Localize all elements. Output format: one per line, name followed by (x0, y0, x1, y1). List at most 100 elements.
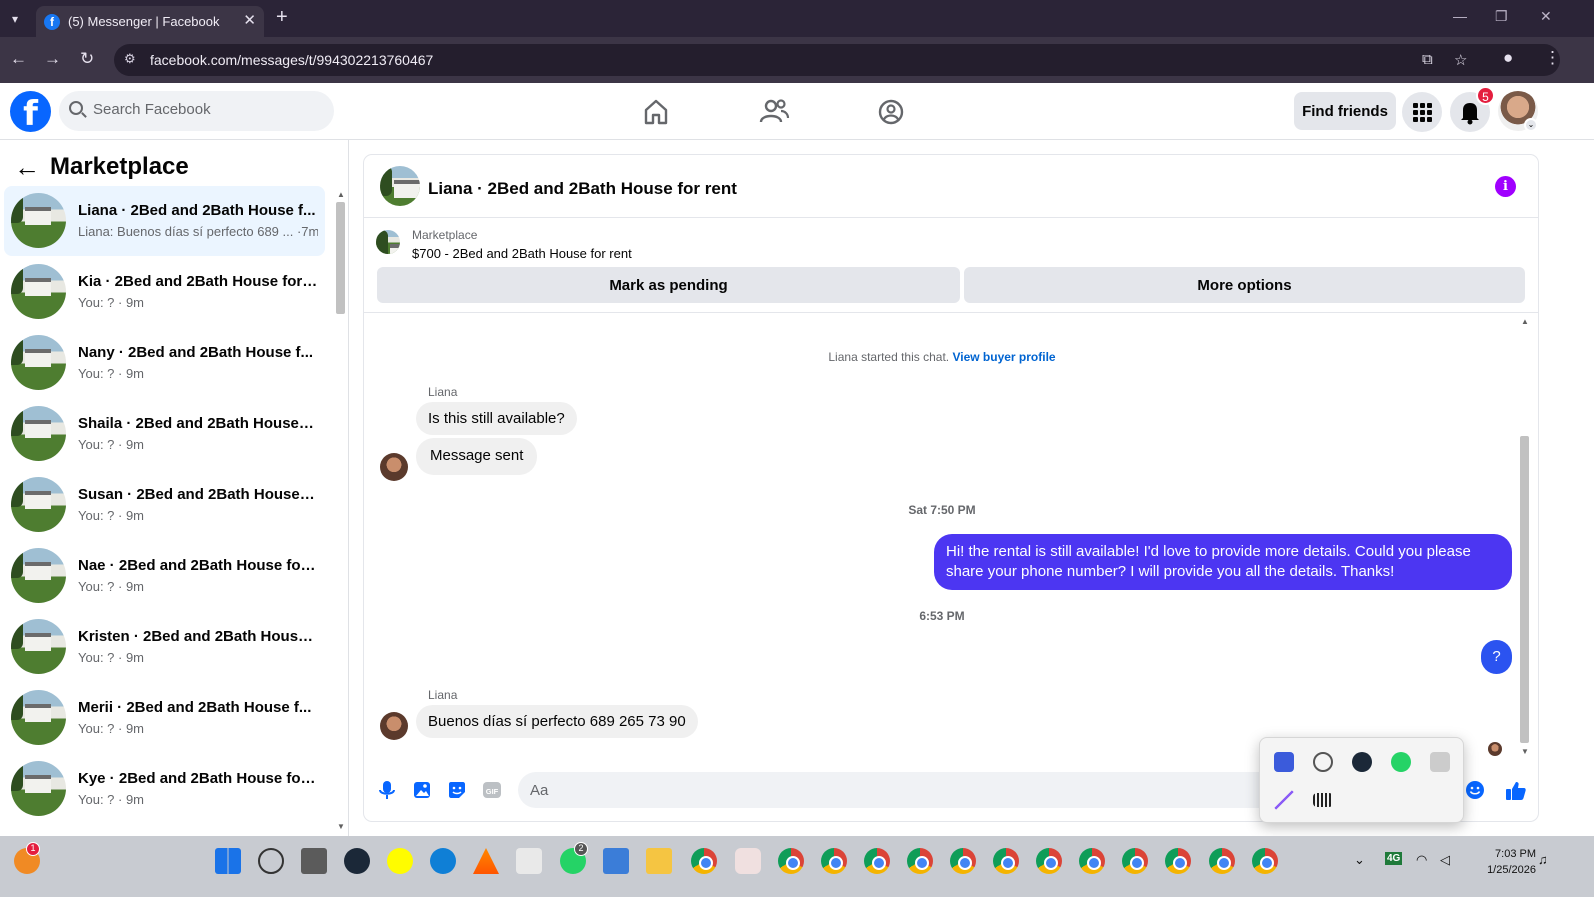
minimize-icon[interactable]: — (1453, 8, 1467, 24)
listing-thumbnail[interactable] (380, 166, 420, 206)
home-icon[interactable] (639, 95, 673, 129)
mark-pending-button[interactable]: Mark as pending (377, 267, 960, 303)
bookmark-star-icon[interactable]: ☆ (1454, 51, 1467, 69)
usb-drive-icon[interactable] (1430, 752, 1450, 772)
more-options-button[interactable]: More options (964, 267, 1525, 303)
site-info-icon[interactable]: ⚙ (124, 51, 136, 67)
conversation-item[interactable]: Nae · 2Bed and 2Bath House for... You: ? … (4, 541, 325, 611)
browser-tab[interactable]: f (5) Messenger | Facebook ✕ (36, 6, 264, 37)
friends-icon[interactable] (757, 95, 791, 129)
back-arrow-icon[interactable]: ← (14, 152, 40, 183)
menu-button[interactable] (1402, 92, 1442, 132)
groups-icon[interactable] (874, 95, 908, 129)
chrome-icon[interactable] (691, 848, 717, 874)
chrome-profile-icon[interactable] (1209, 848, 1235, 874)
find-friends-button[interactable]: Find friends (1294, 92, 1396, 130)
listing-small-thumbnail[interactable] (376, 230, 400, 254)
volume-icon[interactable]: ◁ (1440, 852, 1450, 868)
pen-icon[interactable] (1274, 790, 1294, 810)
scroll-up-icon[interactable]: ▲ (1521, 317, 1529, 326)
taskbar-clock[interactable]: 7:03 PM 1/25/2026 (1462, 846, 1536, 878)
conversation-item[interactable]: Liana · 2Bed and 2Bath House f... Liana: … (4, 186, 325, 256)
chrome-profile-icon[interactable] (907, 848, 933, 874)
incoming-message[interactable]: Buenos días sí perfecto 689 265 73 90 (416, 705, 698, 738)
view-buyer-profile-link[interactable]: View buyer profile (952, 350, 1055, 364)
file-explorer-icon[interactable] (646, 848, 672, 874)
reload-icon[interactable]: ↻ (80, 49, 94, 69)
sync-icon[interactable] (1313, 752, 1333, 772)
gif-icon[interactable]: GIF (481, 779, 503, 801)
profile-icon[interactable]: ● (1503, 48, 1513, 68)
forward-icon[interactable]: → (44, 49, 61, 69)
chrome-profile-icon[interactable] (864, 848, 890, 874)
sidebar-scroll-thumb[interactable] (336, 202, 345, 314)
new-tab-button[interactable]: + (276, 6, 288, 29)
notification-bell-icon[interactable]: ♫ (1538, 852, 1548, 867)
chevron-down-icon[interactable]: ⌄ (1524, 118, 1538, 132)
windows-start-icon[interactable] (215, 848, 241, 874)
chrome-profile-icon[interactable] (778, 848, 804, 874)
emoji-icon[interactable] (1464, 779, 1486, 801)
edge-icon[interactable] (430, 848, 456, 874)
like-thumb-icon[interactable] (1504, 779, 1528, 803)
whatsapp-icon[interactable] (1391, 752, 1411, 772)
microphone-icon[interactable] (376, 779, 398, 801)
vpn-shield-icon[interactable] (1274, 752, 1294, 772)
chrome-profile-icon[interactable] (1165, 848, 1191, 874)
chrome-profile-icon[interactable] (950, 848, 976, 874)
steam-icon[interactable] (1352, 752, 1372, 772)
conversation-item[interactable]: Merii · 2Bed and 2Bath House f... You: ? … (4, 683, 325, 753)
conversation-item[interactable]: Kye · 2Bed and 2Bath House for ... You: ?… (4, 754, 325, 824)
incoming-message[interactable]: Is this still available? (416, 402, 577, 435)
sticker-icon[interactable] (446, 779, 468, 801)
outgoing-message[interactable]: Hi! the rental is still available! I'd l… (934, 534, 1512, 590)
search-input[interactable] (93, 101, 323, 118)
outgoing-message[interactable]: ? (1481, 640, 1512, 674)
tab-close-icon[interactable]: ✕ (243, 11, 256, 29)
scroll-down-icon[interactable]: ▼ (1521, 747, 1529, 756)
address-bar[interactable]: ⚙ facebook.com/messages/t/99430221376046… (114, 44, 1560, 76)
close-window-icon[interactable]: ✕ (1540, 8, 1552, 25)
conversation-item[interactable]: Nany · 2Bed and 2Bath House f... You: ? ·… (4, 328, 325, 398)
chrome-profile-icon[interactable] (1252, 848, 1278, 874)
chrome-profile-icon[interactable] (1079, 848, 1105, 874)
chrome-menu-icon[interactable]: ⋮ (1544, 48, 1561, 68)
snapchat-icon[interactable] (387, 848, 413, 874)
chrome-profile-icon[interactable] (993, 848, 1019, 874)
scroll-down-icon[interactable]: ▼ (337, 822, 345, 831)
wifi-icon[interactable]: ◠ (1416, 852, 1427, 868)
tray-overflow-chevron-icon[interactable]: ⌄ (1354, 852, 1365, 868)
audio-meter-icon[interactable] (1313, 793, 1333, 807)
chrome-profile-icon[interactable] (1122, 848, 1148, 874)
ms-store-icon[interactable] (516, 848, 542, 874)
incoming-message[interactable]: Message sent (416, 438, 538, 475)
scroll-up-icon[interactable]: ▲ (337, 190, 345, 199)
sender-avatar[interactable] (380, 453, 408, 481)
restore-icon[interactable]: ❐ (1495, 8, 1508, 25)
task-view-icon[interactable] (301, 848, 327, 874)
vlc-icon[interactable] (473, 848, 499, 874)
app-icon[interactable] (735, 848, 761, 874)
network-indicator[interactable]: 4G (1385, 852, 1403, 865)
chrome-profile-icon[interactable] (1036, 848, 1062, 874)
conversation-item[interactable]: Susan · 2Bed and 2Bath House f... You: ? … (4, 470, 325, 540)
listing-title[interactable]: $700 - 2Bed and 2Bath House for rent (412, 246, 632, 261)
chrome-profile-icon[interactable] (821, 848, 847, 874)
back-icon[interactable]: ← (10, 49, 27, 69)
chat-title[interactable]: Liana · 2Bed and 2Bath House for rent (428, 179, 737, 199)
conversation-item[interactable]: Kristen · 2Bed and 2Bath House ... You: ?… (4, 612, 325, 682)
search-icon[interactable] (258, 848, 284, 874)
sender-avatar[interactable] (380, 712, 408, 740)
search-box[interactable] (59, 91, 334, 131)
conversation-item[interactable]: Kia · 2Bed and 2Bath House for ... You: ?… (4, 257, 325, 327)
url-text[interactable]: facebook.com/messages/t/994302213760467 (150, 52, 433, 68)
chat-scroll-thumb[interactable] (1520, 436, 1529, 743)
conversation-item[interactable]: Shaila · 2Bed and 2Bath House f... You: ?… (4, 399, 325, 469)
keyboard-app-icon[interactable] (603, 848, 629, 874)
steam-icon[interactable] (344, 848, 370, 874)
tab-search-button[interactable]: ▾ (4, 8, 26, 30)
facebook-logo[interactable]: f (10, 91, 51, 134)
photo-icon[interactable] (411, 779, 433, 801)
install-app-icon[interactable]: ⧉ (1422, 51, 1433, 68)
info-icon[interactable]: i (1495, 176, 1516, 197)
